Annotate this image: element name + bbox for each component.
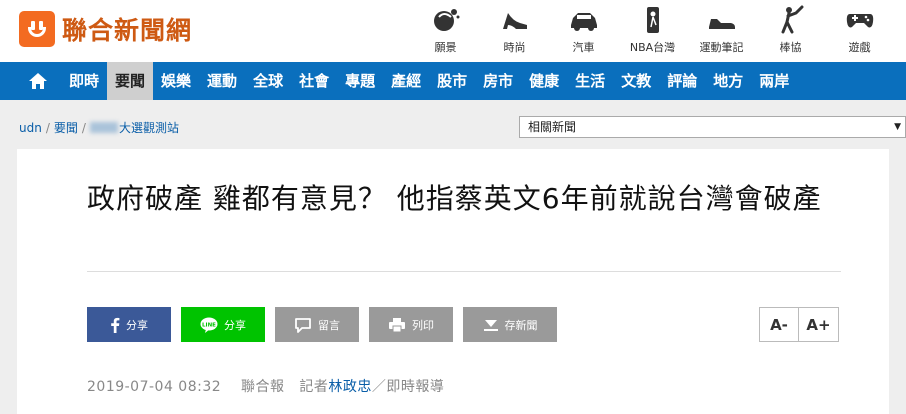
article-title: 政府破產 雞都有意見？ 他指蔡英文6年前就說台灣會破產 [87, 182, 822, 215]
channel-nba[interactable]: NBA台灣 [618, 5, 687, 59]
font-decrease-button[interactable]: A- [759, 307, 799, 342]
breadcrumb-separator: / [81, 120, 86, 135]
nav-item-sports[interactable]: 運動 [199, 62, 245, 100]
gamepad-icon [845, 5, 875, 35]
breadcrumb-separator: / [45, 120, 50, 135]
site-name: 聯合新聞網 [62, 16, 193, 45]
facebook-icon [110, 317, 120, 333]
channel-fashion[interactable]: 時尚 [480, 5, 549, 59]
channel-auto[interactable]: 汽車 [549, 5, 618, 59]
nav-item-opinion[interactable]: 評論 [659, 62, 705, 100]
channel-baseball[interactable]: 棒協 [756, 5, 825, 59]
title-divider [87, 271, 841, 272]
dropdown-arrow-icon: ▼ [894, 122, 901, 132]
high-heel-icon [500, 5, 530, 35]
facebook-share-button[interactable]: 分享 [87, 307, 171, 342]
download-icon [483, 318, 499, 332]
site-logo[interactable]: 聯合新聞網 [19, 11, 192, 47]
meta-space [289, 379, 294, 395]
article-meta: 2019-07-04 08:32 聯合報 記者林政忠／即時報導 [87, 376, 444, 396]
article-card: 政府破產 雞都有意見？ 他指蔡英文6年前就說台灣會破產 分享 LINE 分享 留… [17, 149, 889, 414]
nav-item-instant[interactable]: 即時 [61, 62, 107, 100]
udn-logo-icon [19, 11, 55, 47]
nav-home[interactable] [15, 62, 61, 100]
line-share-button[interactable]: LINE 分享 [181, 307, 265, 342]
reporter-prefix: 記者 [299, 379, 329, 395]
nav-item-headlines[interactable]: 要聞 [107, 62, 154, 100]
article-date: 2019-07-04 08:32 [87, 379, 222, 395]
article-source: 聯合報 [240, 379, 285, 395]
nav-item-cross-strait[interactable]: 兩岸 [751, 62, 797, 100]
comment-button[interactable]: 留言 [275, 307, 359, 342]
main-nav: 即時 要聞 娛樂 運動 全球 社會 專題 產經 股市 房市 健康 生活 文教 評… [0, 62, 906, 100]
nav-item-society[interactable]: 社會 [291, 62, 337, 100]
site-header: 聯合新聞網 願景 時尚 汽車 NBA台灣 運動筆記 棒協 遊戲 [0, 0, 906, 62]
printer-icon [388, 317, 406, 333]
baseball-player-icon [776, 5, 806, 35]
print-button[interactable]: 列印 [369, 307, 453, 342]
nav-item-stocks[interactable]: 股市 [429, 62, 475, 100]
line-icon: LINE [200, 317, 218, 333]
nba-icon [638, 5, 668, 35]
channel-vision[interactable]: 願景 [411, 5, 480, 59]
nav-item-economy[interactable]: 產經 [383, 62, 429, 100]
share-toolbar: 分享 LINE 分享 留言 列印 存新聞 [87, 307, 567, 342]
font-increase-button[interactable]: A+ [799, 307, 839, 342]
car-icon [569, 5, 599, 35]
related-news-select[interactable]: 相關新聞 ▼ [519, 116, 906, 138]
nav-item-education[interactable]: 文教 [613, 62, 659, 100]
comment-icon [294, 317, 312, 333]
report-type: ／即時報導 [371, 379, 445, 395]
meta-space [226, 379, 236, 395]
breadcrumb: udn / 要聞 / 大選觀測站 [19, 119, 179, 136]
redacted-text [89, 122, 118, 133]
reporter-link[interactable]: 林政忠 [328, 379, 372, 395]
svg-text:LINE: LINE [202, 322, 216, 328]
save-news-button[interactable]: 存新聞 [463, 307, 557, 342]
channel-games[interactable]: 遊戲 [825, 5, 894, 59]
related-news-selected: 相關新聞 [528, 120, 577, 134]
home-icon [29, 73, 47, 89]
channel-running[interactable]: 運動筆記 [687, 5, 756, 59]
nav-item-features[interactable]: 專題 [337, 62, 383, 100]
channel-women[interactable]: 女 [894, 5, 906, 59]
breadcrumb-root[interactable]: udn [19, 121, 42, 135]
vision-icon [431, 5, 461, 35]
nav-item-health[interactable]: 健康 [521, 62, 567, 100]
breadcrumb-page[interactable]: 大選觀測站 [119, 119, 179, 136]
nav-item-real-estate[interactable]: 房市 [475, 62, 521, 100]
nav-item-entertainment[interactable]: 娛樂 [153, 62, 199, 100]
channel-bar: 願景 時尚 汽車 NBA台灣 運動筆記 棒協 遊戲 [411, 5, 906, 59]
page: 聯合新聞網 願景 時尚 汽車 NBA台灣 運動筆記 棒協 遊戲 即時 要聞 娛樂… [0, 0, 906, 414]
nav-item-local[interactable]: 地方 [705, 62, 751, 100]
nav-item-global[interactable]: 全球 [245, 62, 291, 100]
font-size-controls: A- A+ [759, 307, 839, 342]
breadcrumb-section[interactable]: 要聞 [54, 119, 78, 136]
sneaker-icon [707, 5, 737, 35]
nav-item-life[interactable]: 生活 [567, 62, 613, 100]
